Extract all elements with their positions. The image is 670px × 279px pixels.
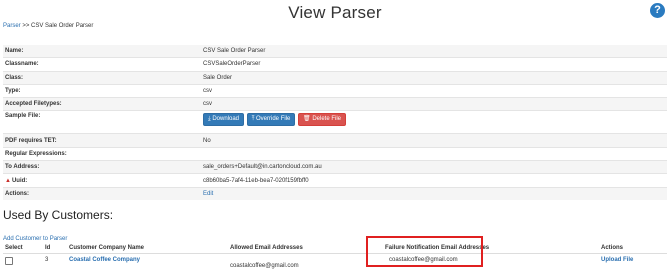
detail-value: Edit [201, 187, 667, 200]
override-file-button[interactable]: ⤒ Override File [247, 113, 296, 126]
col-header-id: Id [43, 243, 67, 254]
detail-label: PDF requires TET: [3, 134, 201, 147]
detail-value: csv [201, 84, 667, 97]
detail-value: csv [201, 98, 667, 111]
detail-row-filetypes: Accepted Filetypes: csv [3, 98, 667, 111]
allowed-email: coastalcoffee@gmail.com [230, 263, 299, 269]
detail-row-actions: Actions: Edit [3, 187, 667, 200]
detail-row-to-address: To Address: sale_orders+Default@in.carto… [3, 161, 667, 174]
detail-value: Sale Order [201, 71, 667, 84]
uuid-label: Uuid: [12, 178, 27, 184]
used-by-customers-title: Used By Customers: [3, 208, 113, 222]
download-icon: ⤓ [208, 116, 211, 122]
detail-value: CSVSaleOrderParser [201, 58, 667, 71]
warning-icon: ▲ [5, 178, 11, 184]
download-button-label: Download [212, 116, 239, 122]
col-header-company: Customer Company Name [67, 243, 228, 254]
detail-label: ▲Uuid: [3, 174, 201, 187]
customers-header-row: Select Id Customer Company Name Allowed … [3, 243, 667, 254]
allowed-email-cell: coastalcoffee@gmail.com [228, 254, 383, 279]
download-button[interactable]: ⤓ Download [203, 113, 244, 126]
detail-label: Name: [3, 45, 201, 58]
detail-row-type: Type: csv [3, 84, 667, 97]
detail-label: Class: [3, 71, 201, 84]
breadcrumb-separator: >> [22, 23, 29, 29]
delete-button-label: Delete File [312, 116, 341, 122]
col-header-actions: Actions [599, 243, 667, 254]
delete-file-button[interactable]: 🗑 Delete File [298, 113, 346, 126]
detail-row-classname: Classname: CSVSaleOrderParser [3, 58, 667, 71]
col-header-select: Select [3, 243, 43, 254]
detail-label: To Address: [3, 161, 201, 174]
select-checkbox[interactable] [5, 257, 13, 265]
detail-label: Actions: [3, 187, 201, 200]
id-cell: 3 [43, 254, 67, 279]
breadcrumb-current: CSV Sale Order Parser [31, 23, 93, 29]
detail-value: sale_orders+Default@in.cartoncloud.com.a… [201, 161, 667, 174]
edit-link[interactable]: Edit [203, 191, 213, 197]
customers-table: Select Id Customer Company Name Allowed … [3, 243, 667, 279]
override-button-label: Override File [256, 116, 290, 122]
select-cell [3, 254, 43, 279]
table-row: 3 Coastal Coffee Company coastalcoffee@g… [3, 254, 667, 279]
page-header: View Parser ? [0, 0, 670, 21]
failure-email-cell: coastalcoffee@gmail.com [383, 254, 599, 279]
detail-value: CSV Sale Order Parser [201, 45, 667, 58]
breadcrumb-parser-link[interactable]: Parser [3, 23, 21, 29]
parser-details-table: Name: CSV Sale Order Parser Classname: C… [3, 45, 667, 200]
failure-email: coastalcoffee@gmail.com [389, 257, 458, 263]
detail-row-sample-file: Sample File: ⤓ Download ⤒ Override File … [3, 111, 667, 134]
col-header-allowed-emails: Allowed Email Addresses [228, 243, 383, 254]
detail-label: Sample File: [3, 111, 201, 134]
actions-cell: Upload File [599, 254, 667, 279]
trash-icon: 🗑 [303, 116, 311, 122]
company-link[interactable]: Coastal Coffee Company [69, 257, 140, 263]
detail-label: Classname: [3, 58, 201, 71]
upload-icon: ⤒ [252, 116, 255, 122]
detail-value [201, 147, 667, 160]
sample-file-actions: ⤓ Download ⤒ Override File 🗑 Delete File [201, 111, 667, 134]
detail-value: No [201, 134, 667, 147]
add-customer-link[interactable]: Add Customer to Parser [3, 236, 67, 242]
detail-row-name: Name: CSV Sale Order Parser [3, 45, 667, 58]
detail-label: Regular Expressions: [3, 147, 201, 160]
page-title: View Parser [288, 2, 382, 23]
upload-file-link[interactable]: Upload File [601, 257, 633, 263]
detail-row-uuid: ▲Uuid: c8b60ba5-7af4-11eb-bea7-020f159fb… [3, 174, 667, 187]
breadcrumb: Parser >> CSV Sale Order Parser [3, 23, 93, 29]
detail-label: Type: [3, 84, 201, 97]
company-cell: Coastal Coffee Company [67, 254, 228, 279]
col-header-failure-emails: Failure Notification Email Addresses [383, 243, 599, 254]
detail-row-pdf-tet: PDF requires TET: No [3, 134, 667, 147]
detail-row-regex: Regular Expressions: [3, 147, 667, 160]
detail-value: c8b60ba5-7af4-11eb-bea7-020f159fbff0 [201, 174, 667, 187]
question-circle-icon[interactable]: ? [650, 3, 665, 18]
detail-row-class: Class: Sale Order [3, 71, 667, 84]
detail-label: Accepted Filetypes: [3, 98, 201, 111]
